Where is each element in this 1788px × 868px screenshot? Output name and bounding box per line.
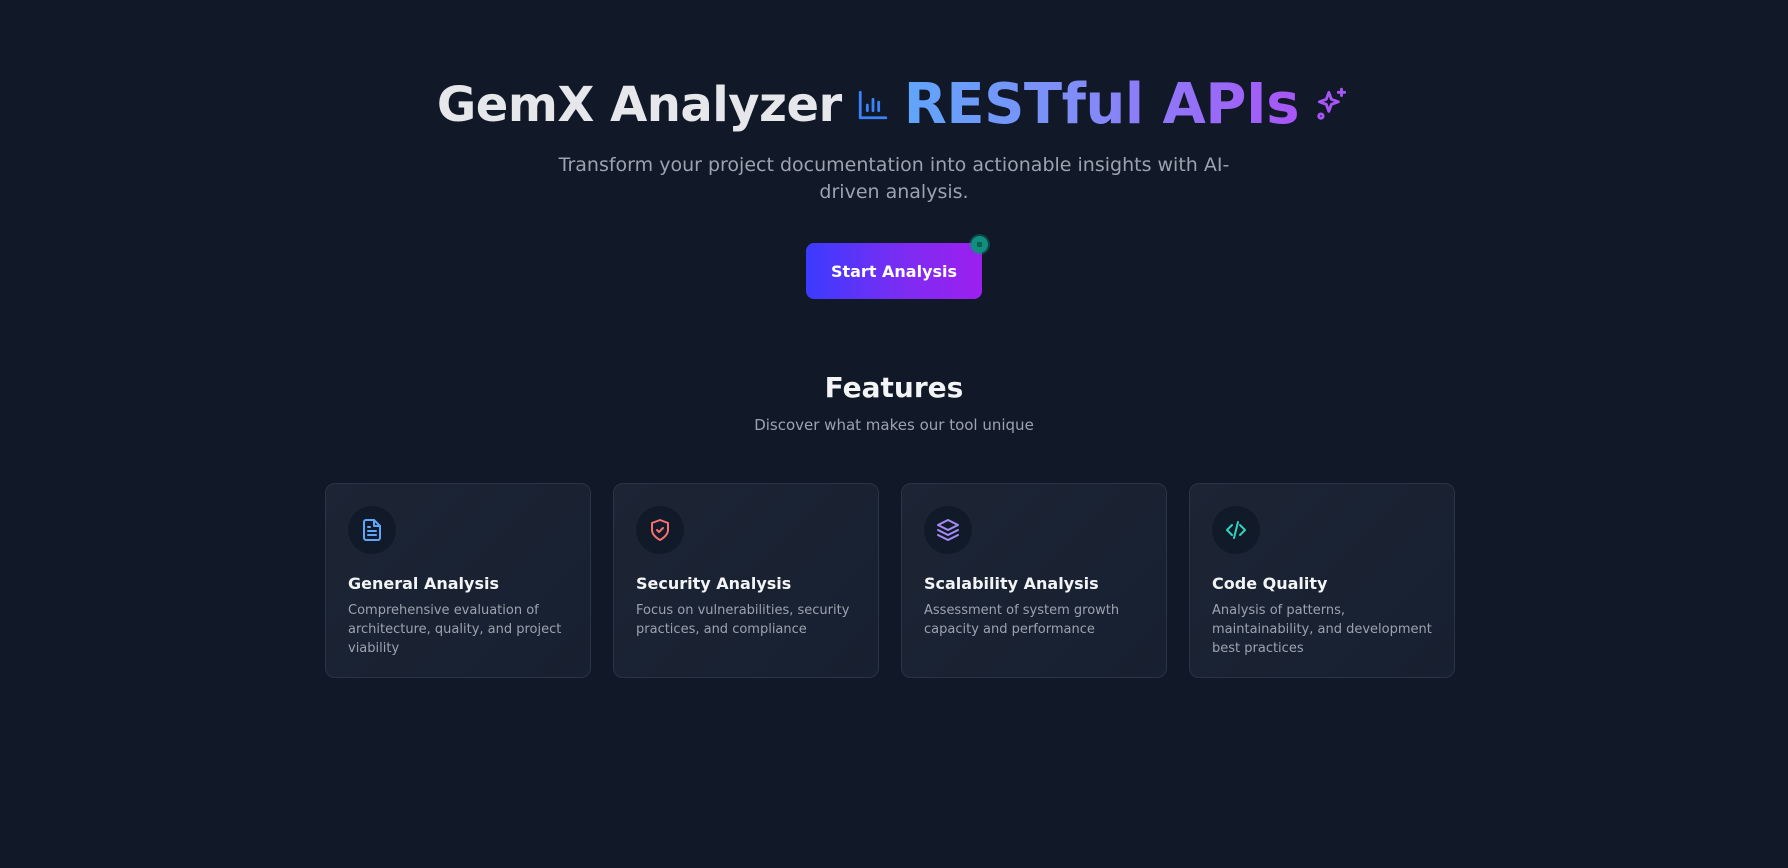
feature-card-security-analysis[interactable]: Security Analysis Focus on vulnerabiliti…	[613, 483, 879, 678]
features-grid: General Analysis Comprehensive evaluatio…	[325, 483, 1463, 678]
hero-title: GemX Analyzer RESTful APIs	[0, 72, 1788, 137]
start-analysis-button[interactable]: Start Analysis	[806, 243, 982, 299]
shield-check-icon	[636, 506, 684, 554]
feature-card-description: Comprehensive evaluation of architecture…	[348, 603, 562, 656]
document-icon	[348, 506, 396, 554]
layers-icon	[924, 506, 972, 554]
feature-card-description: Focus on vulnerabilities, security pract…	[636, 603, 850, 637]
features-subtitle: Discover what makes our tool unique	[754, 416, 1034, 434]
feature-card-title: General Analysis	[348, 574, 499, 593]
sparkles-icon	[1313, 86, 1351, 124]
features-heading: Features	[824, 371, 964, 404]
code-icon	[1212, 506, 1260, 554]
feature-card-title: Security Analysis	[636, 574, 792, 593]
app-name: GemX Analyzer	[436, 76, 842, 133]
feature-card-title: Code Quality	[1212, 574, 1328, 593]
feature-card-description: Analysis of patterns, maintainability, a…	[1212, 603, 1432, 656]
feature-card-title: Scalability Analysis	[924, 574, 1099, 593]
feature-card-general-analysis[interactable]: General Analysis Comprehensive evaluatio…	[325, 483, 591, 678]
hero-accent-title: RESTful APIs	[903, 72, 1300, 137]
feature-card-description: Assessment of system growth capacity and…	[924, 603, 1120, 637]
feature-card-scalability-analysis[interactable]: Scalability Analysis Assessment of syste…	[901, 483, 1167, 678]
hero-subtitle: Transform your project documentation int…	[558, 154, 1230, 203]
status-indicator-dot	[971, 236, 988, 253]
feature-card-code-quality[interactable]: Code Quality Analysis of patterns, maint…	[1189, 483, 1455, 678]
bar-chart-icon	[856, 88, 890, 122]
